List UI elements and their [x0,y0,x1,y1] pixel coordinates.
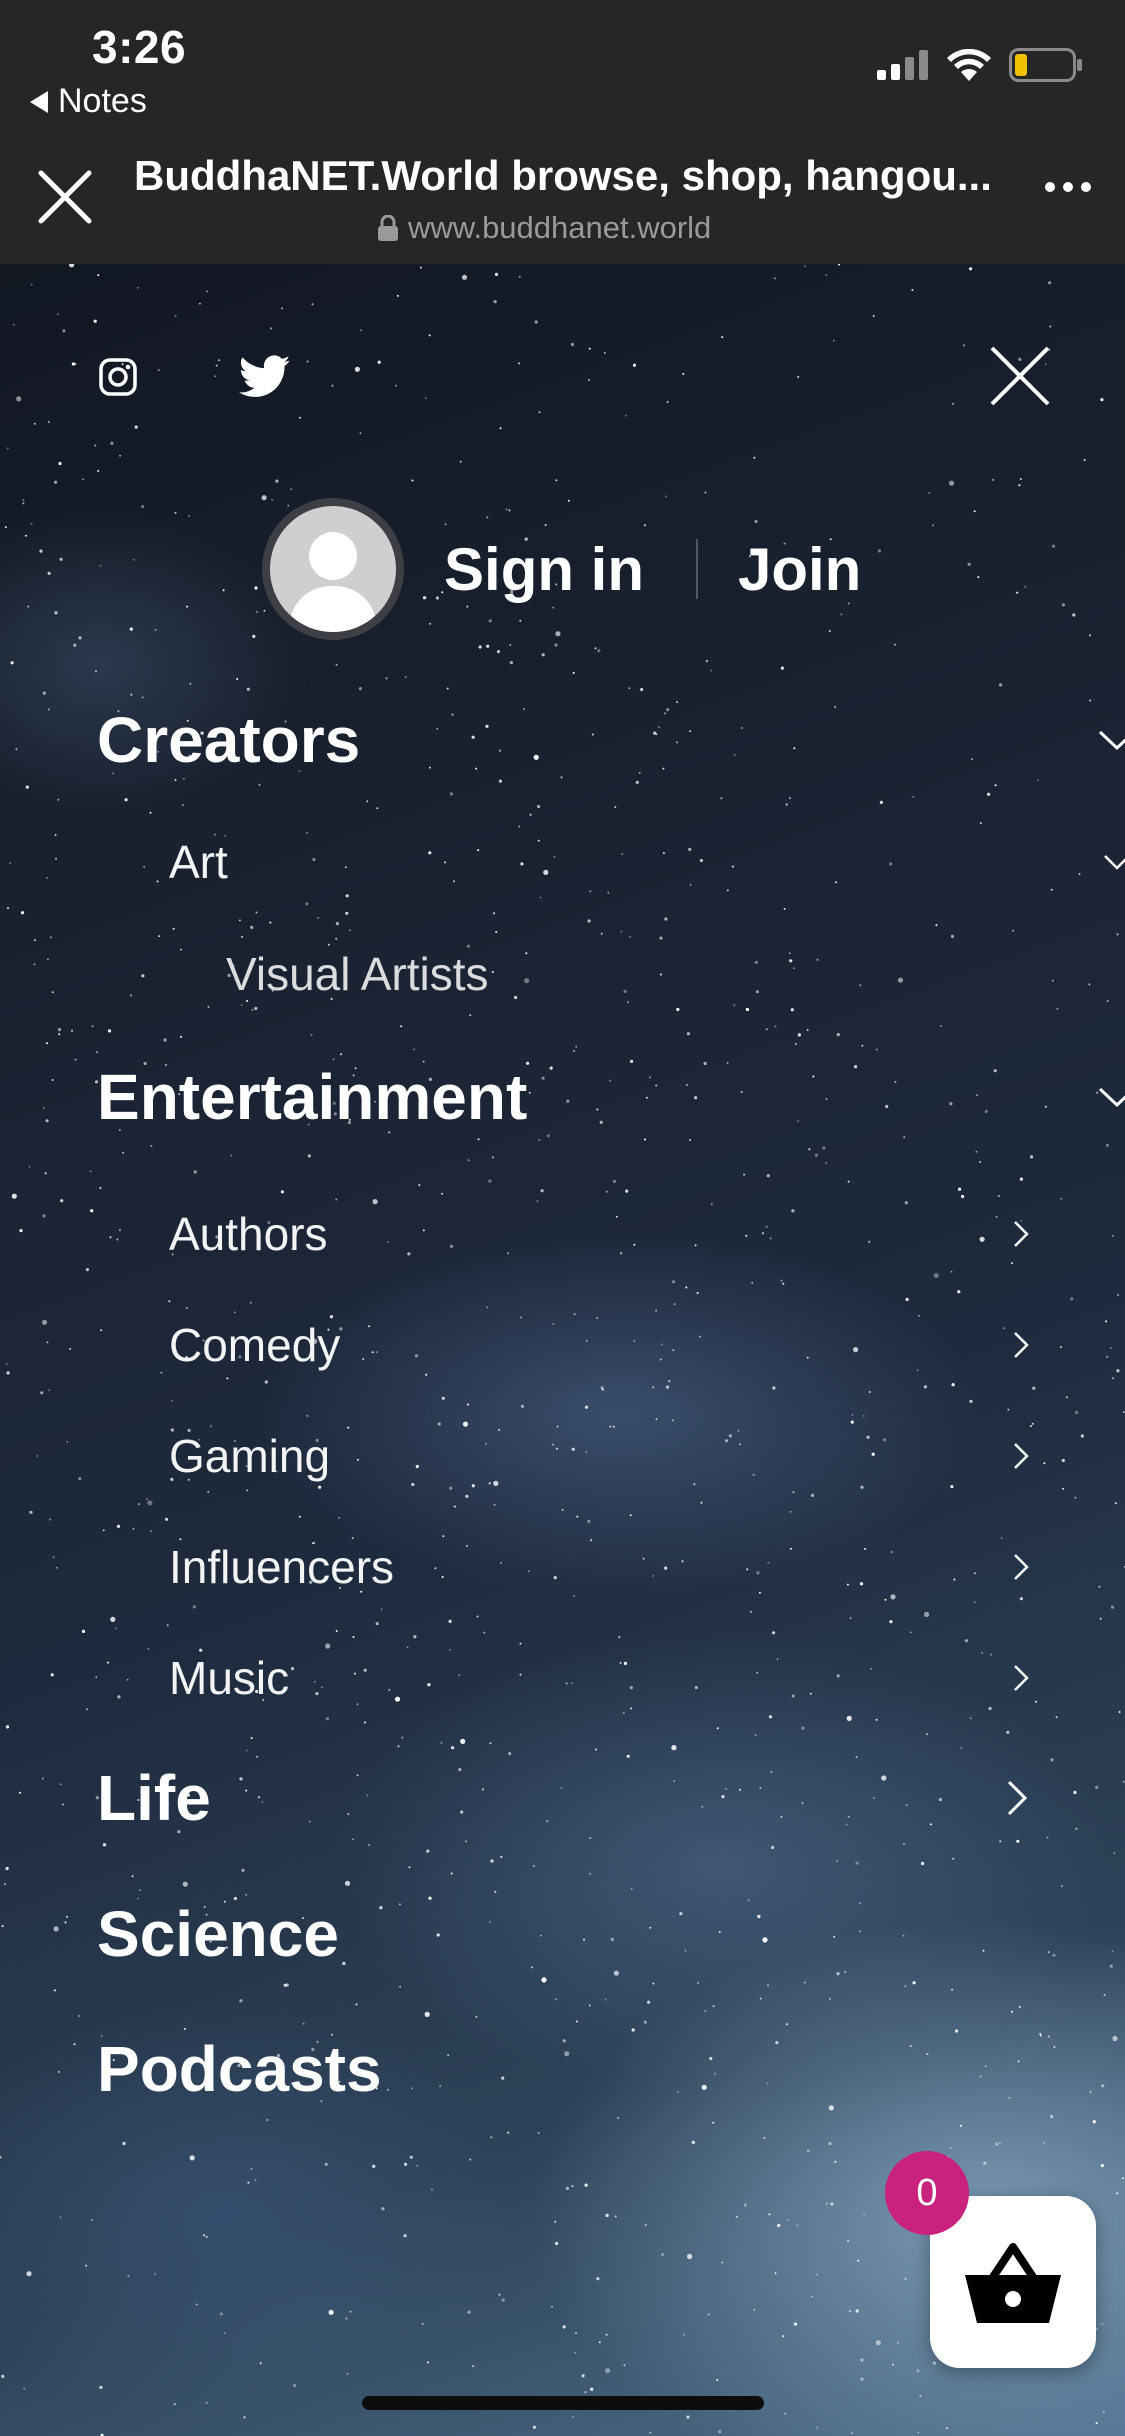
menu-item-influencers[interactable]: Influencers [169,1537,1097,1597]
user-silhouette-icon [288,532,378,632]
auth-row: Sign in Join [262,498,861,640]
menu-item-art[interactable]: Art [169,832,1125,892]
instagram-icon [99,358,137,396]
close-icon [38,170,92,224]
menu-item-podcasts[interactable]: Podcasts [97,2031,1097,2107]
menu-item-label: Gaming [169,1430,331,1482]
browser-header: BuddhaNET.World browse, shop, hangou... … [0,150,1125,264]
home-indicator[interactable] [362,2396,764,2410]
cart-count-badge: 0 [885,2151,969,2235]
avatar[interactable] [262,498,404,640]
menu-item-authors[interactable]: Authors [169,1204,1097,1264]
status-time: 3:26 [92,21,187,73]
chevron-down-icon[interactable] [1087,720,1125,760]
menu-item-label: Podcasts [97,2033,382,2105]
more-options-button[interactable] [1045,182,1091,192]
menu-item-label: Influencers [169,1541,395,1593]
browser-close-button[interactable] [30,162,100,232]
menu-item-entertainment[interactable]: Entertainment [97,1059,1125,1135]
back-to-notes-button[interactable]: Notes [30,82,147,121]
chevron-down-icon[interactable] [1087,1077,1125,1117]
url-display: www.buddhanet.world [378,210,711,246]
close-icon [990,346,1050,406]
menu-item-label: Science [97,1898,339,1970]
chevron-right-icon[interactable] [987,1778,1047,1818]
menu-item-label: Life [97,1762,211,1834]
status-icons [877,48,1083,82]
menu-item-visual-artists[interactable]: Visual Artists [226,944,1086,1004]
menu-item-label: Art [169,836,228,888]
sign-in-link[interactable]: Sign in [444,535,644,604]
back-triangle-icon [30,90,48,113]
chevron-down-icon[interactable] [1087,842,1125,882]
instagram-link[interactable] [98,357,138,397]
chevron-right-icon[interactable] [991,1436,1051,1476]
chevron-right-icon[interactable] [991,1658,1051,1698]
menu-item-label: Visual Artists [226,948,489,1000]
auth-divider [695,539,698,599]
chevron-right-icon[interactable] [991,1547,1051,1587]
status-bar: 3:26 Notes [0,0,1125,150]
twitter-link[interactable] [238,354,292,400]
page-title: BuddhaNET.World browse, shop, hangou... [134,152,992,199]
menu-item-label: Music [169,1652,290,1704]
url-text: www.buddhanet.world [408,210,712,245]
shopping-basket-icon [965,2243,1061,2323]
chevron-right-icon[interactable] [991,1325,1051,1365]
menu-item-gaming[interactable]: Gaming [169,1426,1097,1486]
more-dot [1045,182,1055,192]
back-app-label: Notes [58,82,147,120]
menu-item-label: Authors [169,1208,328,1260]
battery-low-icon [1009,48,1082,82]
menu-close-button[interactable] [988,344,1052,408]
menu-item-creators[interactable]: Creators [97,702,1125,778]
navigation-menu: Sign in Join Creators Art Visual Artists… [0,264,1125,2436]
menu-item-label: Comedy [169,1319,341,1371]
menu-item-life[interactable]: Life [97,1760,1097,1836]
menu-item-comedy[interactable]: Comedy [169,1315,1097,1375]
more-dot [1063,182,1073,192]
chevron-right-icon[interactable] [991,1214,1051,1254]
menu-item-music[interactable]: Music [169,1648,1097,1708]
menu-item-science[interactable]: Science [97,1896,1097,1972]
wifi-icon [947,49,991,81]
join-link[interactable]: Join [738,535,861,604]
menu-item-label: Entertainment [97,1061,528,1133]
menu-item-label: Creators [97,704,361,776]
more-dot [1081,182,1091,192]
twitter-icon [239,355,291,397]
lock-icon [378,215,398,241]
cellular-signal-icon [877,50,928,80]
